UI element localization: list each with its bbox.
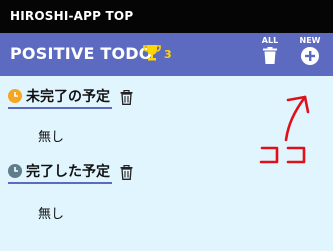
plus-circle-icon: [301, 47, 319, 65]
page-title: POSITIVE TODO: [10, 44, 153, 63]
new-todo-label: NEW: [299, 36, 321, 45]
section-incomplete-empty-text: 無し: [38, 130, 65, 145]
section-incomplete-label: 未完了の予定: [26, 88, 110, 105]
trash-icon[interactable]: [120, 89, 133, 105]
clock-icon: [8, 88, 22, 103]
annotation-text: ココ: [250, 90, 252, 91]
app-titlebar-text: HIROSHI-APP TOP: [10, 9, 134, 23]
delete-all-label: ALL: [261, 36, 279, 45]
section-complete-header: 完了した予定: [8, 161, 133, 184]
section-incomplete-title: 未完了の予定: [8, 86, 112, 109]
annotation-arrow-and-text: ココ: [250, 90, 310, 164]
trophy-count: 3: [164, 48, 172, 61]
trophy-icon: [143, 45, 161, 61]
annotation-koko-glyphs: [259, 146, 306, 164]
section-complete-empty-text: 無し: [38, 207, 65, 222]
new-todo-button[interactable]: NEW: [295, 36, 325, 74]
trash-icon: [263, 47, 277, 64]
app-titlebar: HIROSHI-APP TOP: [0, 0, 333, 33]
app-header: POSITIVE TODO 3 ALL NEW: [0, 33, 333, 76]
clock-icon: [8, 163, 22, 178]
section-incomplete-header: 未完了の予定: [8, 86, 133, 109]
section-complete-title: 完了した予定: [8, 161, 112, 184]
trash-icon[interactable]: [120, 164, 133, 180]
annotation-arrow: [284, 95, 310, 142]
section-complete-label: 完了した予定: [26, 163, 110, 180]
delete-all-button[interactable]: ALL: [255, 36, 285, 74]
